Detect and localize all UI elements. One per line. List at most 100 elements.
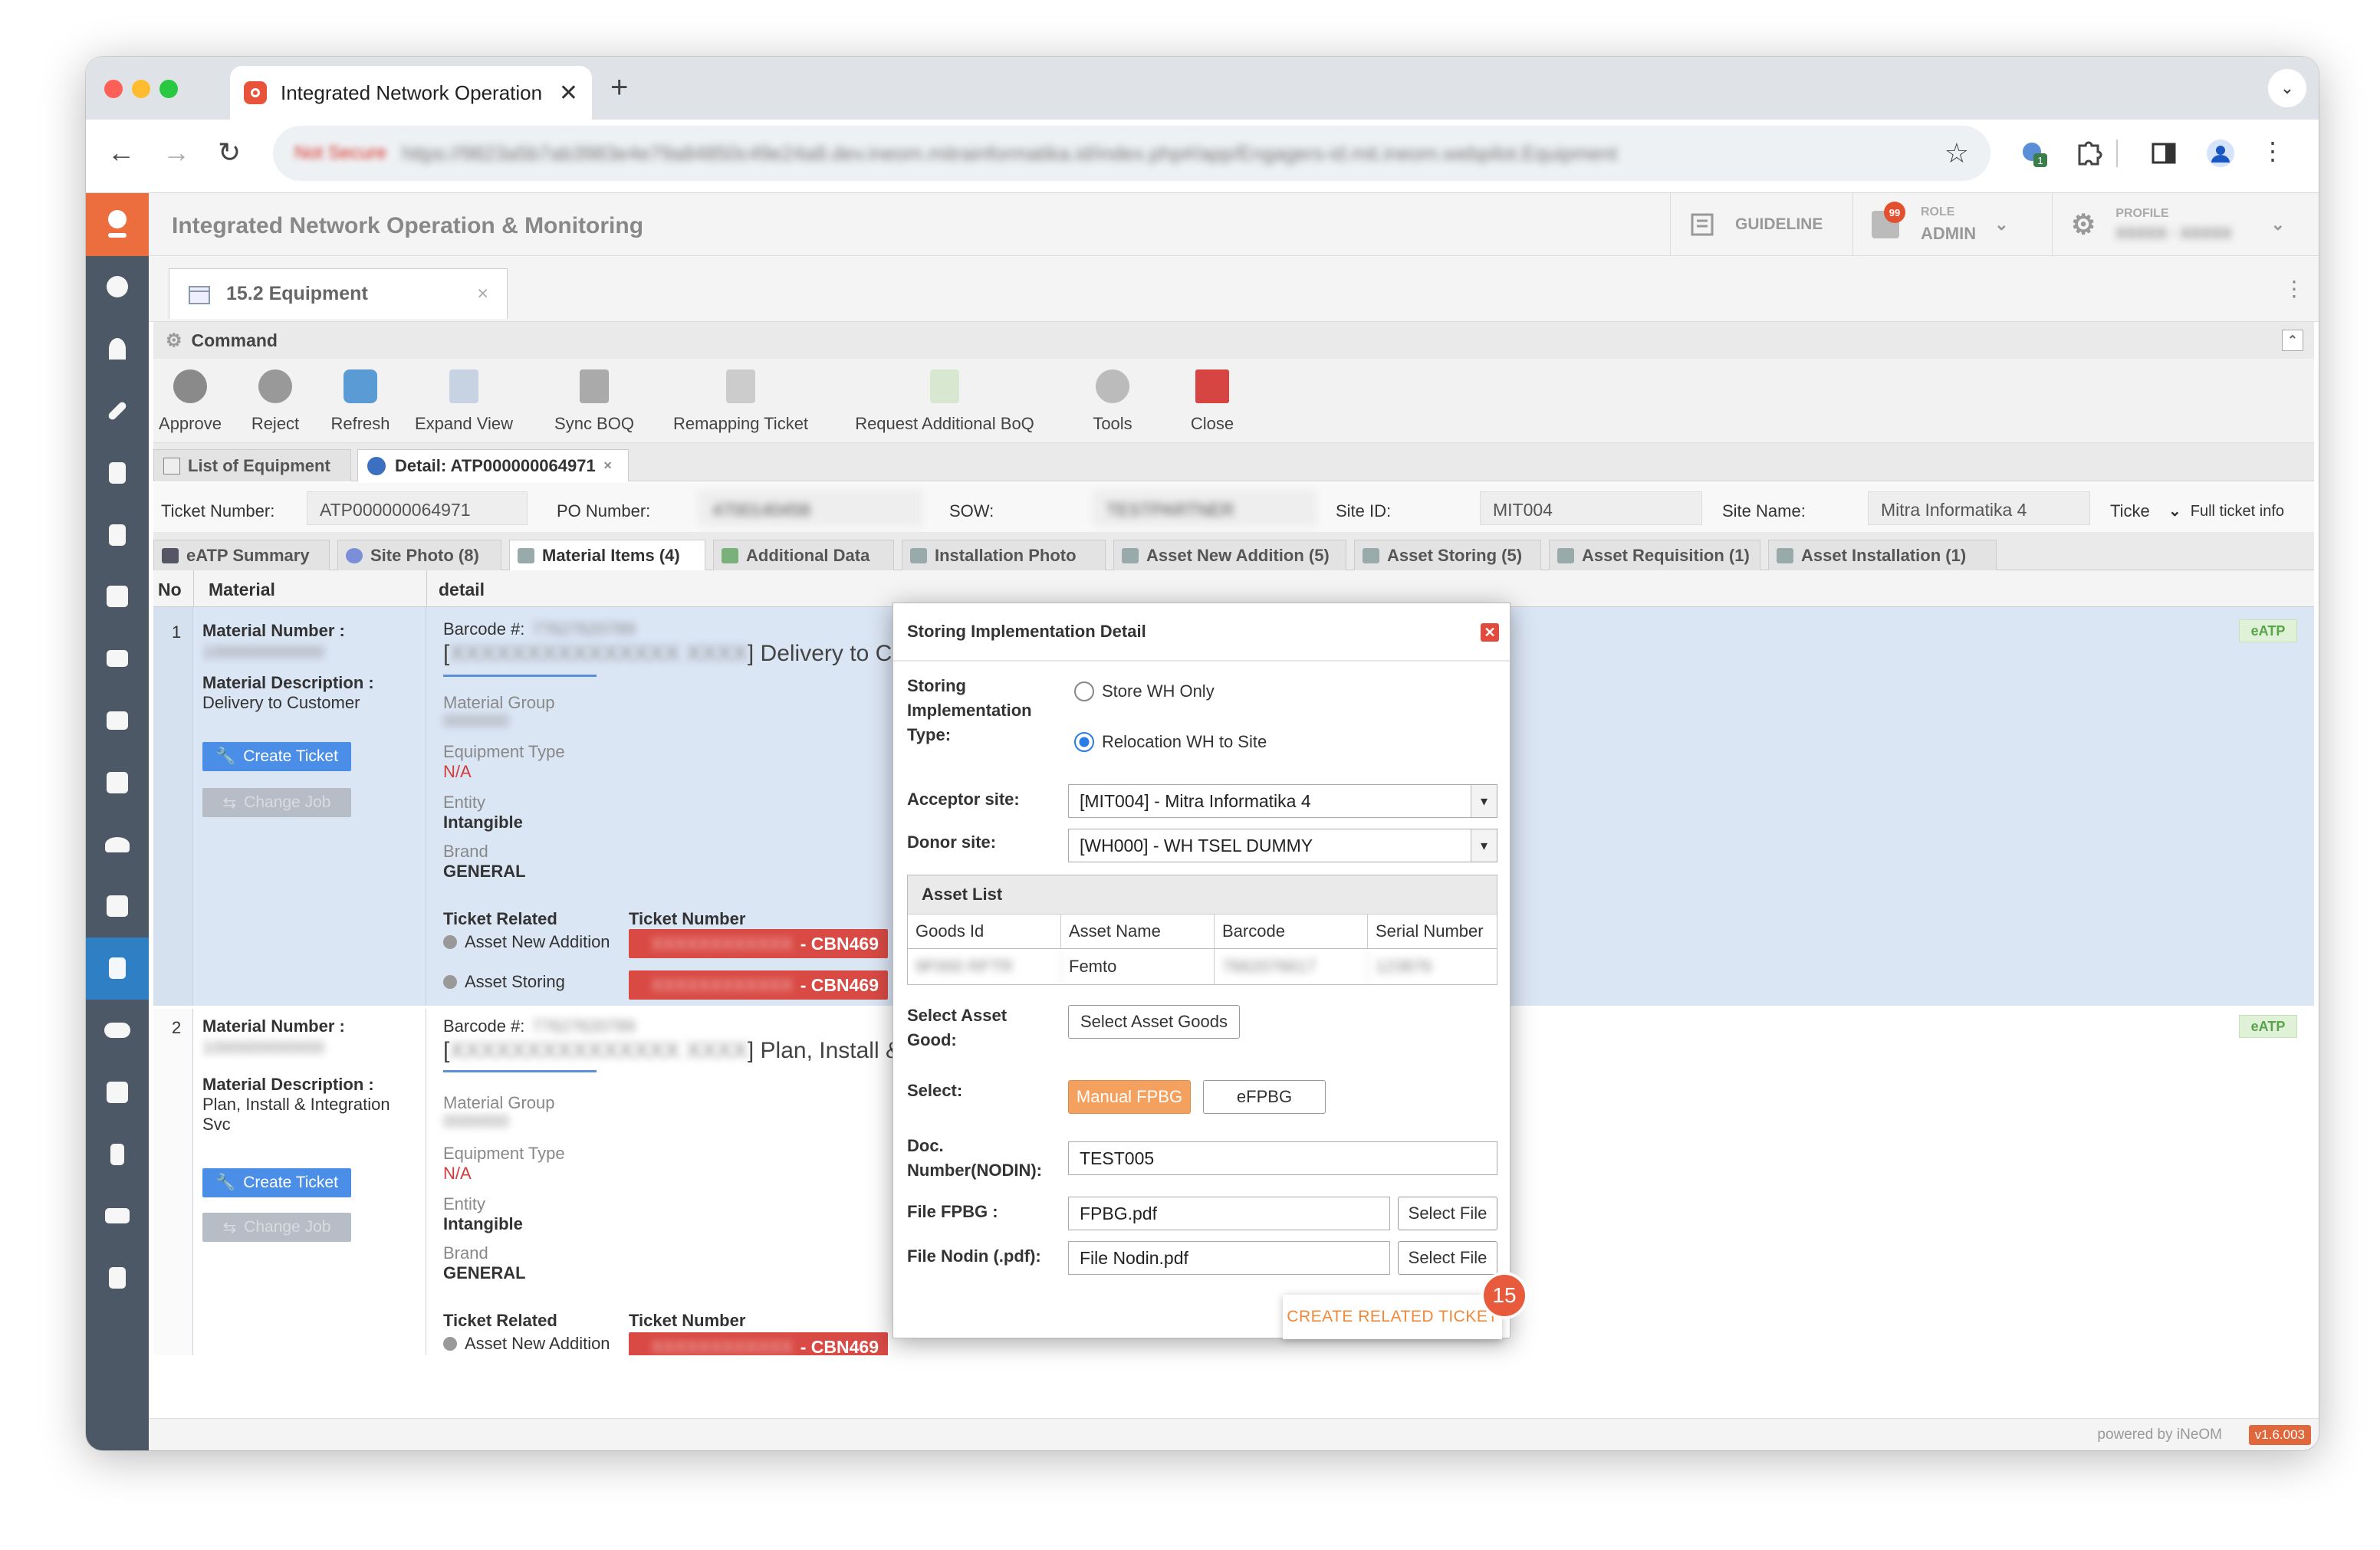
puzzle-extensions-icon[interactable] [2073,138,2104,169]
doc-number-input[interactable]: TEST005 [1068,1141,1497,1175]
efpbg-button[interactable]: eFPBG [1203,1080,1326,1114]
sidebar-item-images[interactable] [86,566,149,628]
create-ticket-button[interactable]: 🔧 Create Ticket [202,1168,351,1197]
sidebar-item-vehicle[interactable] [86,1185,149,1247]
more-options-icon[interactable]: ⋮ [2283,276,2305,301]
sidebar-item-cloud[interactable] [86,1000,149,1062]
barcode-value: 77627620789 [532,619,636,639]
tab-list-of-equipment[interactable]: List of Equipment [153,449,351,481]
tab-installation-photo[interactable]: Installation Photo [902,540,1106,570]
tab-eatp-summary[interactable]: eATP Summary [153,540,330,570]
manual-fpbg-button[interactable]: Manual FPBG [1068,1080,1191,1114]
sidebar-item-modules[interactable] [86,1061,149,1123]
tab-additional-data[interactable]: Additional Data [713,540,894,570]
tools-button[interactable]: Tools [1086,369,1139,434]
ticket-info-bar: Ticket Number: ATP000000064971 PO Number… [153,483,2314,532]
ticket-link[interactable]: XXXXXXXXXXXX - CBN469 [629,970,888,1000]
sidebar-item-plugins[interactable] [86,875,149,938]
sidebar-item-book-active[interactable] [86,937,149,1000]
role-selector[interactable]: 99 ROLE ADMIN ⌄ [1852,193,2052,256]
app-footer: powered by iNeOM v1.6.003 [149,1418,2319,1450]
back-arrow-icon[interactable]: ← [107,136,135,169]
sidebar-item-store[interactable] [86,628,149,690]
sidebar-item-network[interactable] [86,318,149,380]
remapping-ticket-button[interactable]: Remapping Ticket [664,369,817,434]
tab-site-photo[interactable]: Site Photo (8) [337,540,501,570]
bookmark-star-icon[interactable]: ☆ [1944,137,1969,169]
acceptor-site-select[interactable]: [MIT004] - Mitra Informatika 4 ▾ [1068,784,1497,818]
tab-material-items[interactable]: Material Items (4) [509,540,705,570]
extension-icon[interactable]: 1 [2018,138,2049,169]
browser-tab-active[interactable]: Integrated Network Operation ✕ [230,66,592,120]
reload-icon[interactable]: ↻ [218,136,241,169]
minimize-window-dot[interactable] [132,80,150,98]
select-file-fpbg-button[interactable]: Select File [1398,1197,1497,1230]
material-number-value: 1000000000000 [202,1038,325,1057]
close-window-dot[interactable] [104,80,123,98]
ticket-related-item: Asset New Addition [443,932,610,952]
full-ticket-info-link[interactable]: ⌄ Full ticket info [2168,501,2284,520]
site-name-field[interactable]: Mitra Informatika 4 [1868,491,2090,525]
sidebar-item-tools[interactable] [86,380,149,442]
approve-button[interactable]: Approve [158,369,222,434]
sidebar-item-servers[interactable] [86,690,149,752]
collapse-icon[interactable]: ⌃ [2282,330,2303,351]
donor-site-select[interactable]: [WH000] - WH TSEL DUMMY ▾ [1068,829,1497,862]
sidebar-item-tasks[interactable] [86,504,149,566]
tab-equipment[interactable]: 15.2 Equipment × [169,268,508,319]
tab-asset-new-addition[interactable]: Asset New Addition (5) [1113,540,1346,570]
notification-grid-icon[interactable]: 99 [1872,202,1905,238]
sync-boq-button[interactable]: Sync BOQ [552,369,636,434]
tab-asset-requisition[interactable]: Asset Requisition (1) [1549,540,1760,570]
tab-asset-installation[interactable]: Asset Installation (1) [1768,540,1997,570]
tab-asset-storing[interactable]: Asset Storing (5) [1354,540,1541,570]
url-text[interactable]: https://9823a5b7ab3983e4e79a84850c49e24a… [402,142,1929,166]
tab-equipment-close-icon[interactable]: × [477,283,488,305]
dialog-close-icon[interactable]: ✕ [1481,623,1499,642]
radio-store-wh-only[interactable]: Store WH Only [1074,681,1215,701]
select-file-nodin-button[interactable]: Select File [1398,1241,1497,1275]
reject-button[interactable]: Reject [248,369,302,434]
tab-list-label: List of Equipment [188,455,330,475]
sidebar-item-archive[interactable] [86,751,149,813]
settings-gear-icon[interactable]: ⚙ [2071,209,2096,241]
radio-relocation-wh-to-site[interactable]: Relocation WH to Site [1074,732,1267,752]
expand-view-button[interactable]: Expand View [414,369,514,434]
ticket-link[interactable]: XXXXXXXXXXXX - CBN469 [629,1332,888,1355]
create-ticket-button[interactable]: 🔧 Create Ticket [202,742,351,771]
ticket-number-field[interactable]: ATP000000064971 [307,491,528,525]
file-nodin-input[interactable]: File Nodin.pdf [1068,1241,1390,1275]
sidebar-item-hourglass[interactable] [86,1123,149,1185]
forward-arrow-icon[interactable]: → [163,136,190,169]
close-button[interactable]: Close [1185,369,1239,434]
site-id-field[interactable]: MIT004 [1480,491,1702,525]
sidebar-item-dashboard[interactable] [86,256,149,318]
close-tab-icon[interactable]: ✕ [559,80,578,107]
sidebar-item-reports[interactable] [86,1247,149,1309]
row-no-cell: 1 [153,607,193,1006]
command-gear-icon: ⚙ [166,330,182,351]
profile-avatar-icon[interactable] [2205,138,2236,169]
file-fpbg-input[interactable]: FPBG.pdf [1068,1197,1390,1230]
create-related-ticket-button[interactable]: CREATE RELATED TICKET [1283,1295,1502,1339]
address-bar[interactable]: Not Secure https://9823a5b7ab3983e4e79a8… [273,126,1990,181]
table-row[interactable]: 9F000 RFTR Femto 7662076617 123876 [908,949,1497,984]
request-additional-boq-button[interactable]: Request Additional BoQ [845,369,1044,434]
guideline-button[interactable]: GUIDELINE [1670,193,1852,256]
select-asset-goods-button[interactable]: Select Asset Goods [1068,1005,1240,1039]
refresh-button[interactable]: Refresh [328,369,393,434]
sow-field[interactable]: TESTPARTNER [1093,491,1316,525]
sidebar-item-clipboard[interactable] [86,442,149,504]
sidebar-item-users[interactable] [86,813,149,875]
browser-menu-icon[interactable]: ⋮ [2260,136,2285,166]
po-number-field[interactable]: 4700140458 [699,491,922,525]
tab-search-chevron-icon[interactable]: ⌄ [2268,69,2306,107]
profile-selector[interactable]: ⚙ PROFILE XXXXX · XXXXX ⌄ [2052,193,2305,256]
app-logo[interactable] [86,193,149,256]
maximize-window-dot[interactable] [159,80,178,98]
tab-detail-close-icon[interactable]: ✕ [603,459,613,472]
side-panel-icon[interactable] [2148,138,2179,169]
ticket-link[interactable]: XXXXXXXXXXXX - CBN469 [629,929,888,958]
tab-detail[interactable]: Detail: ATP000000064971 ✕ [357,449,629,481]
new-tab-button[interactable]: + [610,71,628,105]
